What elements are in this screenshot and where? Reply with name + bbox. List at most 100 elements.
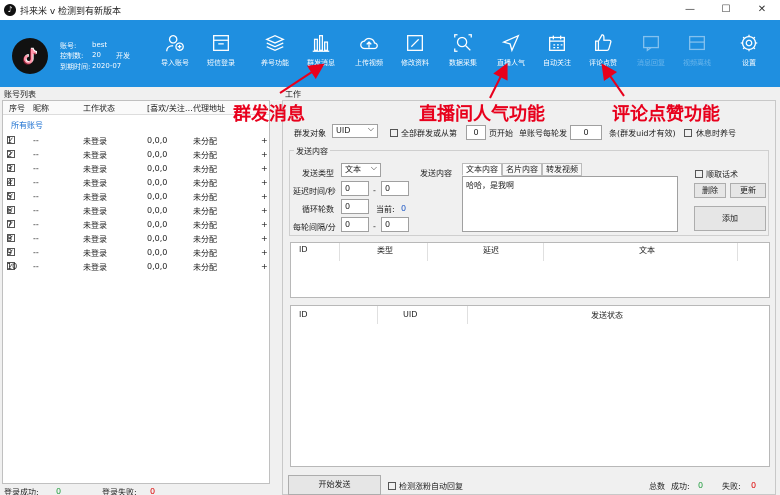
login-fail-value: 0 <box>150 487 156 495</box>
table-row[interactable]: ✓ 6 -- 未登录 0,0,0 未分配 + <box>3 204 269 218</box>
sms-login-label: 短信登录 <box>207 59 235 67</box>
col-id: ID <box>299 310 308 319</box>
row-expand-icon[interactable]: + <box>261 164 268 173</box>
detect-fans-checkbox[interactable] <box>388 482 396 490</box>
send-type-select[interactable]: 文本 <box>341 162 381 177</box>
table-row[interactable]: ✓ 3 -- 未登录 0,0,0 未分配 + <box>3 162 269 176</box>
tab-card-content[interactable]: 名片内容 <box>502 163 542 176</box>
row-index: 6 <box>7 206 13 215</box>
toolbar: 账号: best 控制数: 20 开发 到期时间: 2020-07 导入账号 短… <box>0 20 780 87</box>
table-row[interactable]: ✓ 7 -- 未登录 0,0,0 未分配 + <box>3 218 269 232</box>
row-nick: -- <box>33 234 39 243</box>
row-expand-icon[interactable]: + <box>261 206 268 215</box>
content-table: ID 类型 延迟 文本 <box>290 242 770 298</box>
interval-dash: - <box>373 222 376 231</box>
start-page-label: 页开始 <box>489 129 513 138</box>
row-expand-icon[interactable]: + <box>261 220 268 229</box>
row-expand-icon[interactable]: + <box>261 136 268 145</box>
mass-message-button[interactable]: 群发消息 <box>298 32 344 82</box>
row-index: 3 <box>7 164 13 173</box>
row-like: 0,0,0 <box>147 136 168 145</box>
data-collect-button[interactable]: 数据采集 <box>440 32 486 82</box>
expire-label: 到期时间: <box>60 63 91 71</box>
tab-forward-video[interactable]: 转发视频 <box>542 163 582 176</box>
row-like: 0,0,0 <box>147 192 168 201</box>
minimize-icon[interactable]: — <box>672 0 708 20</box>
calendar-icon <box>549 35 565 51</box>
add-button[interactable]: 添加 <box>694 206 766 231</box>
table-row[interactable]: ✓ 8 -- 未登录 0,0,0 未分配 + <box>3 232 269 246</box>
delay-min-input[interactable]: 0 <box>341 181 369 196</box>
maximize-icon[interactable]: ☐ <box>708 0 744 20</box>
sms-login-button[interactable]: 短信登录 <box>198 32 244 82</box>
per-round-input[interactable]: 0 <box>570 125 602 140</box>
login-fail-label: 登录失败: <box>102 488 137 495</box>
row-index: 9 <box>7 248 13 257</box>
edit-profile-button[interactable]: 修改资料 <box>392 32 438 82</box>
row-expand-icon[interactable]: + <box>261 234 268 243</box>
interval-min-input[interactable]: 0 <box>341 217 369 232</box>
row-proxy: 未分配 <box>193 137 217 146</box>
row-status: 未登录 <box>83 235 107 244</box>
interval-max-input[interactable]: 0 <box>381 217 409 232</box>
settings-button[interactable]: 设置 <box>726 32 772 82</box>
live-popularity-button[interactable]: 直播人气 <box>488 32 534 82</box>
target-label: 群发对象 <box>294 129 326 138</box>
start-send-button[interactable]: 开始发送 <box>288 475 381 495</box>
send-type-label: 发送类型 <box>302 169 334 178</box>
row-like: 0,0,0 <box>147 234 168 243</box>
row-status: 未登录 <box>83 137 107 146</box>
group-all-accounts[interactable]: 所有账号 <box>11 120 43 131</box>
row-expand-icon[interactable]: + <box>261 248 268 257</box>
table-row[interactable]: ✓ 1 -- 未登录 0,0,0 未分配 + <box>3 134 269 148</box>
detect-fans-label: 检测涨粉自动回复 <box>399 482 463 491</box>
row-expand-icon[interactable]: + <box>261 192 268 201</box>
table-row[interactable]: ✓ 5 -- 未登录 0,0,0 未分配 + <box>3 190 269 204</box>
nurture-button[interactable]: 养号功能 <box>252 32 298 82</box>
auto-follow-button[interactable]: 自动关注 <box>534 32 580 82</box>
order-pick-checkbox[interactable] <box>695 170 703 178</box>
tab-text-content[interactable]: 文本内容 <box>462 163 502 176</box>
col-uid: UID <box>403 310 418 319</box>
table-row[interactable]: ✓ 9 -- 未登录 0,0,0 未分配 + <box>3 246 269 260</box>
table-row[interactable]: ✓ 4 -- 未登录 0,0,0 未分配 + <box>3 176 269 190</box>
row-status: 未登录 <box>83 207 107 216</box>
target-select[interactable]: UID <box>332 123 378 138</box>
per-round-label: 单账号每轮发 <box>519 129 567 138</box>
row-expand-icon[interactable]: + <box>261 178 268 187</box>
row-proxy: 未分配 <box>193 179 217 188</box>
rest-nurture-checkbox[interactable] <box>684 129 692 137</box>
comment-like-button[interactable]: 评论点赞 <box>580 32 626 82</box>
row-nick: -- <box>33 178 39 187</box>
video-icon <box>689 35 705 51</box>
delay-dash: - <box>373 186 376 195</box>
delete-button[interactable]: 删除 <box>694 183 726 198</box>
delay-max-input[interactable]: 0 <box>381 181 409 196</box>
message-reply-button[interactable]: 消息回复 <box>628 32 674 82</box>
loop-input[interactable]: 0 <box>341 199 369 214</box>
import-account-button[interactable]: 导入账号 <box>152 32 198 82</box>
row-expand-icon[interactable]: + <box>261 150 268 159</box>
table-row[interactable]: ✓ 2 -- 未登录 0,0,0 未分配 + <box>3 148 269 162</box>
text-content-input[interactable]: 哈哈，是我啊 <box>462 176 678 232</box>
row-index: 4 <box>7 178 13 187</box>
success-label: 成功: <box>671 482 690 491</box>
table-row[interactable]: ✓ 10 -- 未登录 0,0,0 未分配 + <box>3 260 269 274</box>
row-status: 未登录 <box>83 165 107 174</box>
account-label: 账号: <box>60 42 77 50</box>
gear-icon <box>740 34 758 52</box>
row-status: 未登录 <box>83 263 107 272</box>
video-offline-button[interactable]: 视频离线 <box>674 32 720 82</box>
start-page-input[interactable]: 0 <box>466 125 486 140</box>
row-status: 未登录 <box>83 193 107 202</box>
col-index: 序号 <box>9 104 25 113</box>
close-icon[interactable]: ✕ <box>744 0 780 20</box>
row-expand-icon[interactable]: + <box>261 262 268 271</box>
title-bar: ♪ 抖来米 v 检测到有新版本 — ☐ ✕ <box>0 0 780 20</box>
loop-label: 循环轮数 <box>302 205 334 214</box>
update-button[interactable]: 更新 <box>730 183 766 198</box>
upload-video-button[interactable]: 上传视频 <box>346 32 392 82</box>
row-status: 未登录 <box>83 151 107 160</box>
all-send-checkbox[interactable] <box>390 129 398 137</box>
tiktok-logo-icon <box>12 38 48 74</box>
